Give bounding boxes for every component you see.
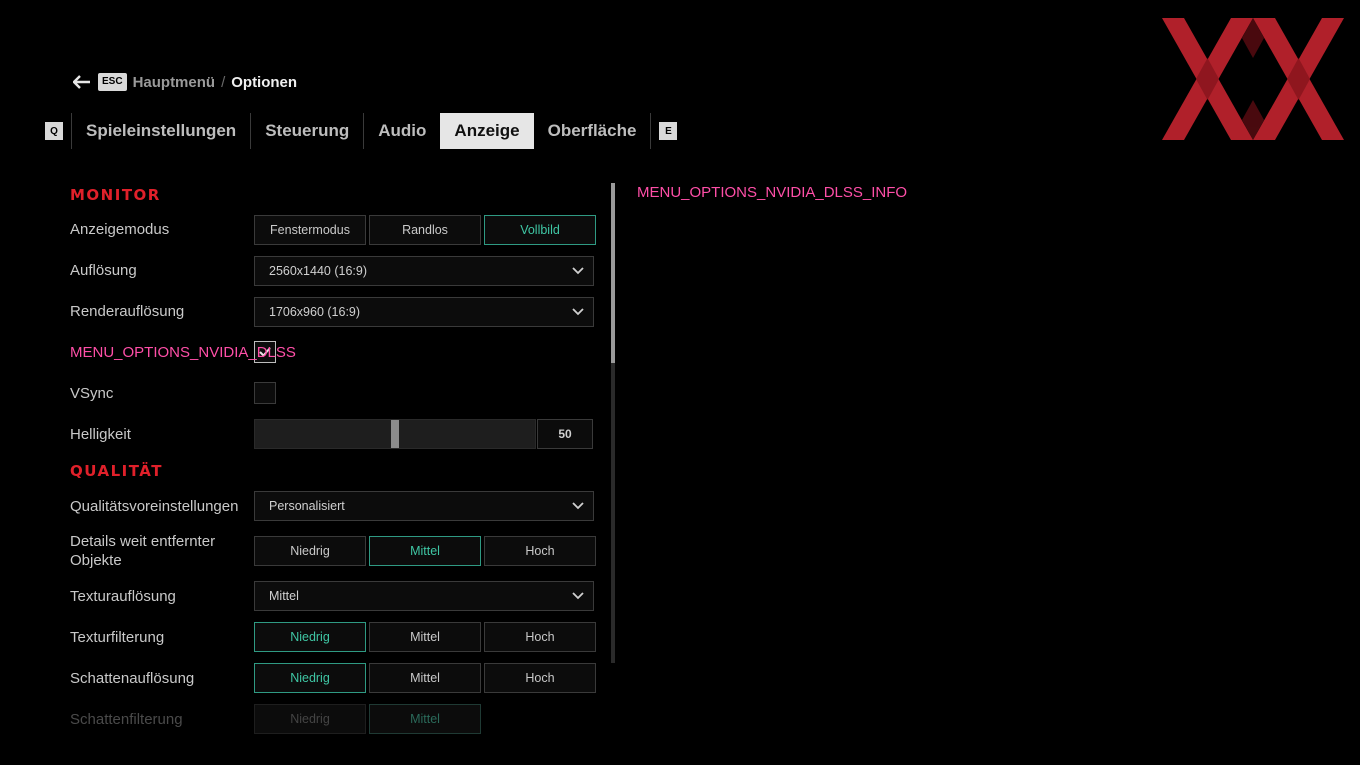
tab-audio[interactable]: Audio	[364, 113, 440, 149]
texture-filtering-low[interactable]: Niedrig	[254, 622, 366, 652]
brightness-label: Helligkeit	[70, 426, 131, 443]
breadcrumb: ESC Hauptmenü / Optionen	[72, 72, 297, 92]
texture-resolution-value: Mittel	[269, 589, 299, 603]
section-title-monitor: MONITOR	[70, 186, 161, 204]
far-detail-selector: Niedrig Mittel Hoch	[254, 536, 596, 566]
chevron-down-icon	[563, 267, 593, 275]
tab-bar: Q Spieleinstellungen Steuerung Audio Anz…	[45, 113, 678, 149]
render-resolution-value: 1706x960 (16:9)	[269, 305, 361, 319]
settings-scrollbar[interactable]	[611, 183, 615, 663]
display-mode-borderless[interactable]: Randlos	[369, 215, 481, 245]
section-title-quality: QUALITÄT	[70, 462, 163, 480]
tab-display[interactable]: Anzeige	[440, 113, 534, 149]
vsync-checkbox[interactable]	[254, 382, 276, 404]
breadcrumb-main-menu[interactable]: Hauptmenü	[133, 74, 216, 91]
far-detail-medium[interactable]: Mittel	[369, 536, 481, 566]
brightness-value: 50	[537, 419, 593, 449]
texture-filtering-label: Texturfilterung	[70, 629, 165, 646]
tab-interface[interactable]: Oberfläche	[534, 113, 651, 149]
tab-game-settings[interactable]: Spieleinstellungen	[72, 113, 250, 149]
breadcrumb-separator: /	[221, 73, 226, 91]
brightness-slider-thumb[interactable]	[391, 420, 399, 448]
texture-filtering-medium[interactable]: Mittel	[369, 622, 481, 652]
resolution-label: Auflösung	[70, 262, 137, 279]
resolution-dropdown[interactable]: 2560x1440 (16:9)	[254, 256, 594, 286]
texture-filtering-selector: Niedrig Mittel Hoch	[254, 622, 596, 652]
shadow-filtering-low[interactable]: Niedrig	[254, 704, 366, 734]
brightness-slider[interactable]	[254, 419, 536, 449]
dlss-label: MENU_OPTIONS_NVIDIA_DLSS	[70, 344, 296, 361]
far-detail-label-line2: Objekte	[70, 552, 122, 569]
display-mode-selector: Fenstermodus Randlos Vollbild	[254, 215, 596, 245]
prev-tab-key-hint[interactable]: Q	[45, 122, 63, 140]
shadow-resolution-medium[interactable]: Mittel	[369, 663, 481, 693]
quality-preset-dropdown[interactable]: Personalisiert	[254, 491, 594, 521]
quality-preset-value: Personalisiert	[269, 499, 345, 513]
breadcrumb-options: Optionen	[231, 73, 298, 91]
tab-controls[interactable]: Steuerung	[251, 113, 363, 149]
settings-scrollbar-thumb[interactable]	[611, 183, 615, 363]
display-mode-fullscreen[interactable]: Vollbild	[484, 215, 596, 245]
texture-resolution-dropdown[interactable]: Mittel	[254, 581, 594, 611]
display-mode-windowed[interactable]: Fenstermodus	[254, 215, 366, 245]
option-info-text: MENU_OPTIONS_NVIDIA_DLSS_INFO	[637, 184, 908, 201]
shadow-filtering-selector: Niedrig Mittel	[254, 704, 481, 734]
quality-preset-label: Qualitätsvoreinstellungen	[70, 498, 239, 515]
render-resolution-dropdown[interactable]: 1706x960 (16:9)	[254, 297, 594, 327]
chevron-down-icon	[563, 502, 593, 510]
shadow-filtering-label: Schattenfilterung	[70, 711, 183, 728]
texture-filtering-high[interactable]: Hoch	[484, 622, 596, 652]
far-detail-high[interactable]: Hoch	[484, 536, 596, 566]
tab-divider	[650, 113, 652, 149]
resolution-value: 2560x1440 (16:9)	[269, 264, 367, 278]
chevron-down-icon	[563, 592, 593, 600]
shadow-resolution-selector: Niedrig Mittel Hoch	[254, 663, 596, 693]
display-mode-label: Anzeigemodus	[70, 221, 170, 238]
far-detail-label-line1: Details weit entfernter	[70, 533, 216, 550]
far-detail-label: Details weit entfernter Objekte	[70, 532, 215, 570]
settings-list: MONITOR Anzeigemodus Fenstermodus Randlo…	[70, 180, 600, 750]
arrow-left-icon[interactable]	[72, 72, 92, 92]
shadow-filtering-medium[interactable]: Mittel	[369, 704, 481, 734]
vsync-label: VSync	[70, 385, 114, 402]
far-detail-low[interactable]: Niedrig	[254, 536, 366, 566]
shadow-resolution-low[interactable]: Niedrig	[254, 663, 366, 693]
chevron-down-icon	[563, 308, 593, 316]
next-tab-key-hint[interactable]: E	[659, 122, 678, 140]
shadow-resolution-label: Schattenauflösung	[70, 670, 195, 687]
texture-resolution-label: Texturauflösung	[70, 588, 176, 605]
xx-logo	[1162, 18, 1344, 140]
render-resolution-label: Renderauflösung	[70, 303, 185, 320]
shadow-resolution-high[interactable]: Hoch	[484, 663, 596, 693]
esc-key-hint: ESC	[98, 73, 127, 91]
